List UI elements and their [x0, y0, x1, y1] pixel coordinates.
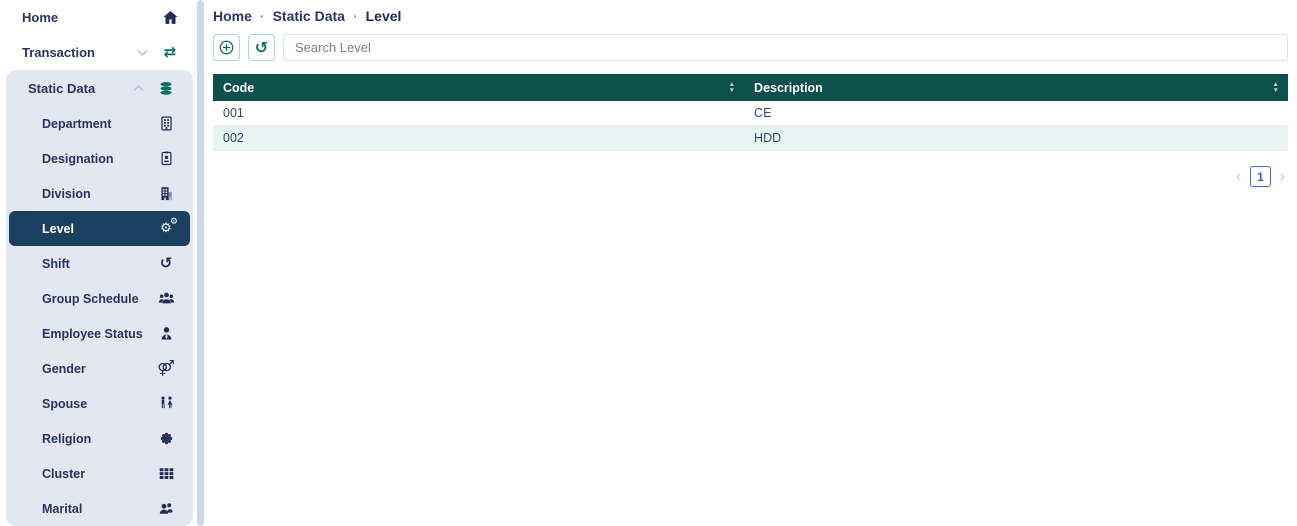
- sidebar-item-label: Religion: [42, 432, 155, 446]
- sidebar-item-group-schedule[interactable]: Group Schedule: [9, 281, 190, 316]
- home-icon: [159, 9, 181, 26]
- cell-code: 002: [213, 131, 744, 145]
- sidebar-item-label: Shift: [42, 257, 155, 271]
- chevron-up-icon: [133, 84, 144, 92]
- sidebar-item-label: Spouse: [42, 397, 155, 411]
- sidebar-item-label: Transaction: [22, 45, 137, 60]
- table-row[interactable]: 002 HDD: [213, 126, 1288, 151]
- cogs-icon: ⚙ ⚙: [155, 222, 177, 235]
- breadcrumb-separator: ·: [353, 8, 358, 24]
- mandala-icon: [155, 430, 177, 447]
- next-page-button[interactable]: ›: [1280, 168, 1285, 185]
- sidebar-item-transaction[interactable]: Transaction ⇄: [0, 35, 197, 70]
- users-icon: [155, 290, 177, 307]
- male-female-icon: [155, 395, 177, 412]
- user-tie-icon: [155, 325, 177, 342]
- breadcrumb-static-data[interactable]: Static Data: [273, 8, 345, 24]
- grid-icon: [155, 465, 177, 482]
- column-header-code[interactable]: Code ▲ ▼: [213, 74, 744, 101]
- current-page-button[interactable]: 1: [1250, 166, 1271, 187]
- sidebar: Home Transaction ⇄ Static Data Departmen…: [0, 0, 197, 526]
- sidebar-item-employee-status[interactable]: Employee Status: [9, 316, 190, 351]
- prev-page-button[interactable]: ‹: [1236, 168, 1241, 185]
- main-content: Home · Static Data · Level ↺ Code ▲ ▼: [204, 0, 1297, 526]
- history-glyph: ↺: [160, 256, 173, 271]
- search-input[interactable]: [283, 34, 1288, 61]
- table-row[interactable]: 001 CE: [213, 101, 1288, 126]
- sort-icon: ▲ ▼: [729, 82, 735, 93]
- user-friends-icon: [155, 500, 177, 517]
- sidebar-item-religion[interactable]: Religion: [9, 421, 190, 456]
- sidebar-item-marital[interactable]: Marital: [9, 491, 190, 526]
- table-header-row: Code ▲ ▼ Description ▲ ▼: [213, 74, 1288, 101]
- sort-icon: ▲ ▼: [1273, 82, 1279, 93]
- sidebar-item-gender[interactable]: Gender ⚤: [9, 351, 190, 386]
- add-button[interactable]: [213, 34, 240, 61]
- exchange-glyph: ⇄: [164, 45, 177, 60]
- sidebar-item-department[interactable]: Department: [9, 106, 190, 141]
- level-table: Code ▲ ▼ Description ▲ ▼ 001 CE 002 HDD: [213, 74, 1288, 151]
- sidebar-item-label: Static Data: [28, 81, 133, 96]
- breadcrumb: Home · Static Data · Level: [213, 8, 1288, 24]
- cog-glyph-small: ⚙: [170, 218, 178, 227]
- sidebar-item-label: Marital: [42, 502, 155, 516]
- sidebar-item-spouse[interactable]: Spouse: [9, 386, 190, 421]
- sidebar-item-home[interactable]: Home: [0, 0, 197, 35]
- sidebar-item-shift[interactable]: Shift ↺: [9, 246, 190, 281]
- column-label: Description: [754, 81, 823, 95]
- column-header-description[interactable]: Description ▲ ▼: [744, 74, 1288, 101]
- column-label: Code: [223, 81, 254, 95]
- cell-description: HDD: [744, 131, 1288, 145]
- sidebar-scrollbar[interactable]: [197, 0, 204, 526]
- toolbar: ↺: [213, 34, 1288, 61]
- sidebar-item-label: Level: [42, 222, 155, 236]
- venus-mars-icon: ⚤: [155, 361, 177, 376]
- sort-desc-arrow: ▼: [1273, 88, 1279, 93]
- sidebar-item-label: Home: [22, 10, 159, 25]
- breadcrumb-separator: ·: [260, 8, 265, 24]
- chevron-down-icon: [137, 49, 148, 57]
- history-icon: ↺: [155, 256, 177, 271]
- sidebar-item-cluster[interactable]: Cluster: [9, 456, 190, 491]
- rotate-left-icon: ↺: [255, 40, 268, 56]
- pagination: ‹ 1 ›: [213, 166, 1288, 187]
- database-icon: [155, 80, 177, 97]
- breadcrumb-current-level: Level: [366, 8, 402, 24]
- venus-mars-glyph: ⚤: [157, 361, 175, 376]
- sort-desc-arrow: ▼: [729, 88, 735, 93]
- sidebar-item-label: Employee Status: [42, 327, 155, 341]
- sidebar-item-label: Group Schedule: [42, 292, 155, 306]
- static-data-group: Static Data Department Designation Divis…: [6, 70, 193, 526]
- id-badge-icon: [155, 150, 177, 167]
- sidebar-item-label: Division: [42, 187, 155, 201]
- sidebar-item-label: Cluster: [42, 467, 155, 481]
- sidebar-item-division[interactable]: Division: [9, 176, 190, 211]
- company-icon: [155, 185, 177, 202]
- exchange-icon: ⇄: [159, 45, 181, 60]
- sidebar-item-level[interactable]: Level ⚙ ⚙: [9, 211, 190, 246]
- building-icon: [155, 115, 177, 132]
- cell-description: CE: [744, 106, 1288, 120]
- breadcrumb-home[interactable]: Home: [213, 8, 252, 24]
- cell-code: 001: [213, 106, 744, 120]
- sidebar-item-label: Designation: [42, 152, 155, 166]
- sidebar-item-static-data[interactable]: Static Data: [9, 70, 190, 106]
- refresh-button[interactable]: ↺: [248, 34, 275, 61]
- circle-plus-icon: [218, 39, 235, 56]
- sidebar-item-designation[interactable]: Designation: [9, 141, 190, 176]
- sidebar-item-label: Gender: [42, 362, 155, 376]
- sidebar-item-label: Department: [42, 117, 155, 131]
